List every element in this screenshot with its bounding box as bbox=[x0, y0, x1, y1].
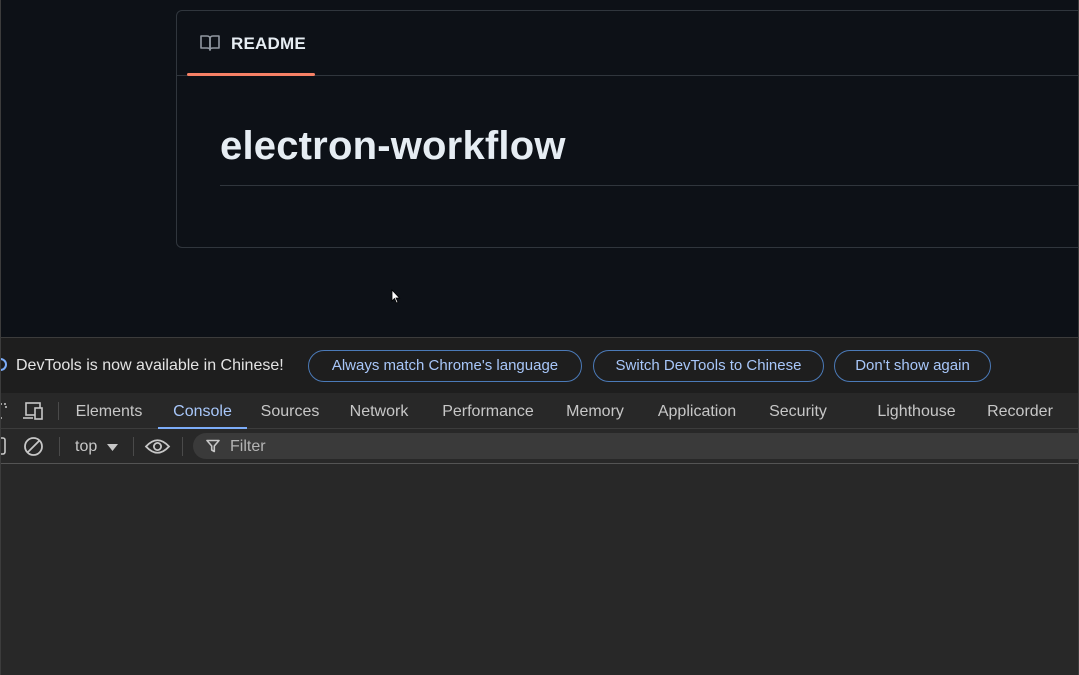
readme-tab-label: README bbox=[231, 34, 306, 53]
devtools-panel: DevTools is now available in Chinese! Al… bbox=[0, 337, 1079, 675]
clear-console-icon[interactable] bbox=[23, 436, 44, 457]
readme-card: README electron-workflow bbox=[176, 10, 1079, 248]
toolbar-divider bbox=[59, 437, 60, 456]
readme-tab-underline bbox=[187, 73, 315, 76]
info-icon bbox=[0, 358, 7, 371]
tab-recorder[interactable]: Recorder bbox=[977, 393, 1063, 429]
mouse-cursor-icon bbox=[391, 289, 401, 304]
switch-to-chinese-button[interactable]: Switch DevTools to Chinese bbox=[593, 350, 824, 382]
console-output[interactable] bbox=[0, 464, 1079, 675]
readme-heading: electron-workflow bbox=[220, 124, 566, 168]
sidebar-toggle-icon[interactable] bbox=[0, 437, 8, 455]
heading-divider bbox=[220, 185, 1079, 186]
device-toolbar-icon[interactable] bbox=[22, 402, 46, 420]
toolbar-divider bbox=[58, 402, 59, 420]
inspect-element-icon[interactable] bbox=[0, 402, 8, 420]
dont-show-again-button[interactable]: Don't show again bbox=[834, 350, 991, 382]
filter-placeholder: Filter bbox=[230, 438, 266, 455]
tab-performance[interactable]: Performance bbox=[431, 393, 545, 429]
always-match-language-button[interactable]: Always match Chrome's language bbox=[308, 350, 582, 382]
context-selector[interactable]: top bbox=[70, 429, 125, 463]
filter-input[interactable]: Filter bbox=[193, 433, 1079, 459]
tab-application[interactable]: Application bbox=[647, 393, 747, 429]
tab-console[interactable]: Console bbox=[158, 393, 247, 429]
console-toolbar: top Filter bbox=[0, 429, 1079, 464]
tab-network[interactable]: Network bbox=[339, 393, 419, 429]
tab-security[interactable]: Security bbox=[759, 393, 837, 429]
devtools-tabbar: Elements Console Sources Network Perform… bbox=[0, 393, 1079, 429]
tab-memory[interactable]: Memory bbox=[555, 393, 635, 429]
infobar-message: DevTools is now available in Chinese! bbox=[16, 357, 284, 374]
tab-elements[interactable]: Elements bbox=[68, 393, 150, 429]
window-border-left bbox=[0, 0, 1, 675]
toolbar-divider bbox=[182, 437, 183, 456]
filter-icon bbox=[206, 439, 220, 453]
readme-tabbar: README bbox=[177, 11, 1079, 76]
github-page: README electron-workflow bbox=[0, 0, 1079, 337]
language-infobar: DevTools is now available in Chinese! Al… bbox=[0, 337, 1079, 393]
book-icon bbox=[200, 35, 220, 51]
context-selector-label: top bbox=[75, 438, 98, 455]
dropdown-arrow-icon bbox=[107, 444, 118, 451]
toolbar-divider bbox=[133, 437, 134, 456]
tab-console-label: Console bbox=[173, 403, 232, 420]
readme-tab[interactable]: README bbox=[187, 11, 315, 76]
tab-sources[interactable]: Sources bbox=[251, 393, 329, 429]
tab-lighthouse[interactable]: Lighthouse bbox=[866, 393, 967, 429]
live-expression-eye-icon[interactable] bbox=[144, 438, 171, 455]
